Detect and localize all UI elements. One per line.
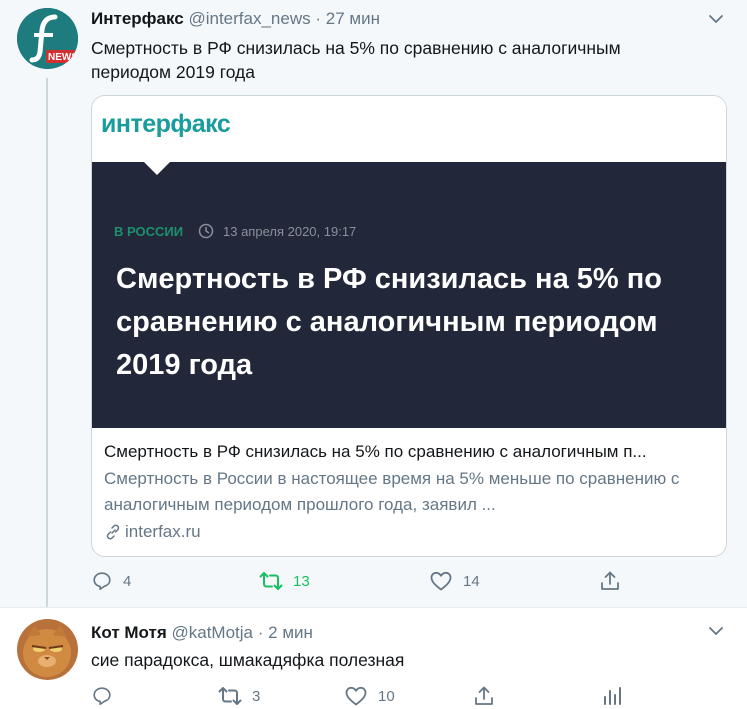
like-count: 10 xyxy=(378,687,395,705)
reply-button[interactable]: 4 xyxy=(91,570,131,592)
cat-avatar-icon xyxy=(17,619,78,680)
tweet-actions: 4 13 14 xyxy=(91,570,651,594)
author-handle[interactable]: @interfax_news xyxy=(188,9,310,28)
link-icon xyxy=(106,524,120,540)
analytics-icon xyxy=(604,687,621,705)
chevron-down-icon[interactable] xyxy=(707,10,725,28)
svg-text:NEWS: NEWS xyxy=(48,52,78,63)
retweet-button[interactable]: 13 xyxy=(259,570,310,592)
card-description: Смертность в России в настоящее время на… xyxy=(104,469,680,514)
tweet-interfax[interactable]: NEWS Интерфакс @interfax_news · 27 мин С… xyxy=(0,0,747,607)
share-icon xyxy=(475,686,493,705)
tweet-text: сие парадокса, шмакадяфка полезная xyxy=(91,650,405,670)
tweet-header: Интерфакс @interfax_news · 27 мин xyxy=(91,9,380,29)
card-notch xyxy=(144,162,170,175)
link-card[interactable]: интерфакс В РОССИИ 13 апреля 2020, 19:17… xyxy=(91,95,727,557)
reply-icon xyxy=(93,687,111,706)
card-info: Смертность в РФ снизилась на 5% по сравн… xyxy=(104,439,716,545)
author-name[interactable]: Интерфакс xyxy=(91,9,184,28)
share-button[interactable] xyxy=(473,685,505,707)
card-image: интерфакс В РОССИИ 13 апреля 2020, 19:17… xyxy=(92,96,726,428)
card-logo: интерфакс xyxy=(101,110,231,138)
reply-icon xyxy=(93,572,111,591)
card-title: Смертность в РФ снизилась на 5% по сравн… xyxy=(104,442,647,461)
chevron-down-icon[interactable] xyxy=(707,622,725,640)
clock-icon xyxy=(198,223,214,239)
card-section: В РОССИИ xyxy=(114,224,184,239)
card-domain: interfax.ru xyxy=(104,519,716,545)
analytics-button[interactable] xyxy=(601,685,633,707)
tweet-kot-motya[interactable]: Кот Мотя @katMotja · 2 мин сие парадокса… xyxy=(0,607,747,706)
card-headline: Смертность в РФ снизилась на 5% по сравн… xyxy=(116,263,662,381)
separator: · xyxy=(257,623,264,642)
separator: · xyxy=(315,9,322,28)
card-date: 13 апреля 2020, 19:17 xyxy=(223,224,357,239)
retweet-count: 13 xyxy=(293,572,310,590)
reply-count: 4 xyxy=(123,572,132,590)
share-icon xyxy=(601,571,619,590)
retweet-icon xyxy=(259,572,283,590)
interfax-logo-icon: NEWS xyxy=(17,8,78,69)
author-name[interactable]: Кот Мотя xyxy=(91,623,167,642)
heart-icon xyxy=(430,571,452,591)
thread-line xyxy=(46,78,48,607)
like-count: 14 xyxy=(463,572,480,590)
retweet-button[interactable]: 3 xyxy=(218,685,260,707)
timestamp[interactable]: 2 мин xyxy=(268,623,313,642)
tweet-header: Кот Мотя @katMotja · 2 мин xyxy=(91,623,313,643)
card-domain-text: interfax.ru xyxy=(125,522,201,541)
tweet-text: Смертность в РФ снизилась на 5% по сравн… xyxy=(91,38,621,82)
like-button[interactable]: 14 xyxy=(429,570,480,592)
retweet-icon xyxy=(218,687,242,705)
avatar[interactable]: NEWS xyxy=(17,8,78,69)
timestamp[interactable]: 27 мин xyxy=(326,9,380,28)
avatar[interactable] xyxy=(17,619,78,680)
reply-button[interactable] xyxy=(91,685,123,707)
retweet-count: 3 xyxy=(252,687,261,705)
share-button[interactable] xyxy=(599,570,631,592)
heart-icon xyxy=(345,686,367,706)
like-button[interactable]: 10 xyxy=(344,685,395,707)
tweet-actions: 3 10 xyxy=(91,685,651,709)
author-handle[interactable]: @katMotja xyxy=(172,623,254,642)
